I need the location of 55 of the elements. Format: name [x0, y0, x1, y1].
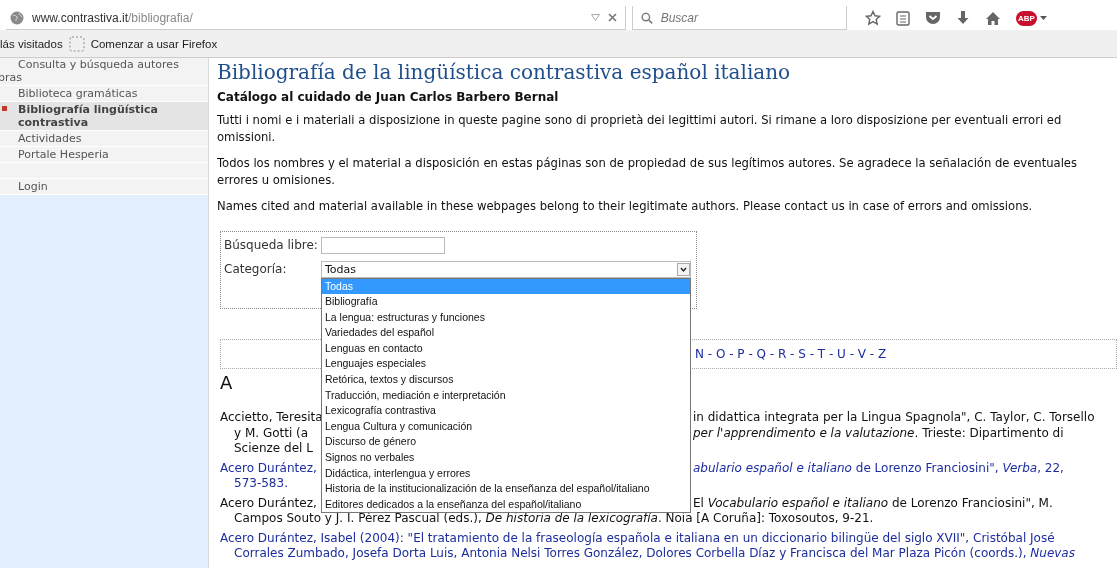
page-subtitle: Catálogo al cuidado de Juan Carlos Barbero Bernal [217, 90, 560, 104]
dropdown-option[interactable]: Editores dedicados a la enseñanza del español/italiano [322, 496, 690, 513]
page-icon [68, 35, 85, 52]
entry-text: in didattica integrata per la Lingua Spagnola", C. Taylor, C. Torsello [693, 410, 1095, 426]
sidebar-link[interactable]: Bibliografía lingüística contrastiva [0, 102, 208, 131]
search-icon [641, 11, 653, 24]
caret-icon [677, 262, 690, 276]
dropdown-option[interactable]: La lengua: estructuras y funciones [322, 309, 690, 326]
entry-text[interactable]: abulario español e italiano de Lorenzo Franciosini", Verba, 22, [693, 460, 1064, 476]
dropdown-option[interactable]: Bibliografía [322, 294, 690, 310]
clipboard-icon[interactable] [896, 10, 910, 26]
close-icon[interactable] [608, 13, 617, 22]
caret-icon [1039, 16, 1047, 20]
notice-paragraph: Names cited and material available in these webpages belong to their legitimate authors. Please contact us in case of errors and omissions. [217, 198, 1034, 215]
section-letter: A [220, 372, 233, 393]
page-title: Bibliografía de la lingüística contrastiva español italiano [217, 60, 792, 84]
entry-text[interactable]: Acero Durántez, [220, 460, 317, 475]
dropdown-option[interactable]: Didáctica, interlengua y errores [322, 465, 690, 482]
entry-text: El Vocabulario español e italiano de Lorenzo Franciosini", M. [693, 495, 1053, 511]
dropdown-option[interactable]: Lengua Cultura y comunicación [322, 418, 690, 435]
entry-text: Accietto, Teresita [220, 410, 323, 424]
dropdown-option[interactable]: Lenguas en contacto [322, 340, 690, 357]
download-icon[interactable] [956, 10, 970, 26]
entry-text[interactable]: 573-583. [234, 476, 288, 492]
dropdown-option[interactable]: Historia de la institucionalización de la enseñanza del español/italiano [322, 481, 690, 497]
dropdown-option[interactable]: Lenguajes especiales [322, 356, 690, 373]
field-label: Categoría: [224, 262, 288, 276]
search-input[interactable] [321, 236, 445, 254]
notice-paragraph: Todos los nombres y el material a disposición en estas páginas son de propiedad de sus legítimos autores. Se agradece la señalación de eventuales errores u omisiones. [217, 155, 1079, 189]
entry-text[interactable]: Corrales Zumbado, Josefa Dorta Luis, Antonia Nelsi Torres González, Dolores Corbella Díaz y Francisca del Mar Plaza Picón (coords.), Nuevas [234, 546, 1075, 562]
sidebar-link[interactable]: Actividades [0, 131, 208, 147]
sidebar-link[interactable]: Portale Hesperia [0, 147, 208, 163]
dropdown-option[interactable]: Retórica, textos y discursos [322, 372, 690, 388]
dropdown-option[interactable]: Signos no verbales [322, 450, 690, 466]
bookmark-link[interactable]: lás visitados [0, 37, 63, 50]
dropdown-option[interactable]: Variedades del español [322, 325, 690, 341]
dropdown-option[interactable]: Discurso de género [322, 434, 690, 451]
globe-icon [10, 10, 24, 25]
bookmark-link[interactable]: Comenzar a usar Firefox [90, 37, 218, 50]
home-icon[interactable] [985, 10, 1001, 26]
entry-text: Scienze del L [234, 441, 313, 455]
search-input[interactable]: Buscar [658, 9, 838, 26]
entry-text[interactable]: Acero Durántez, Isabel (2004): "El tratamiento de la fraseología española e italiana en un diccionario bilingüe del siglo XVII", Cristóbal José [220, 530, 1055, 546]
dropdown-option[interactable]: Lexicografía contrastiva [322, 403, 690, 419]
entry-text: Campos Souto y J. I. Pérez Pascual (eds.), De historia de la lexicografía. Noia [A Coruña]: Toxosoutos, 9-21. [234, 511, 874, 527]
entry-text: y M. Gotti (a [234, 425, 309, 440]
field-label: Búsqueda libre: [224, 238, 319, 252]
pocket-icon[interactable] [925, 11, 941, 25]
notice-paragraph: Tutti i nomi e i materiali a disposizione in queste pagine sono di proprietà dei legittimi autori. Si rimane a loro disposizione per eventuali errori ed omissioni. [217, 112, 1063, 146]
entry-text: Acero Durántez, [220, 495, 317, 510]
alphabet-links[interactable]: N - O - P - Q - R - S - T - U - V - Z [695, 347, 887, 361]
category-select[interactable]: Todas [321, 260, 691, 278]
star-icon[interactable] [865, 10, 881, 26]
entry-text: per l'apprendimento e la valutazione. Trieste: Dipartimento di [693, 425, 1064, 441]
dropdown-option[interactable]: Traducción, mediación e interpretación [322, 387, 690, 404]
